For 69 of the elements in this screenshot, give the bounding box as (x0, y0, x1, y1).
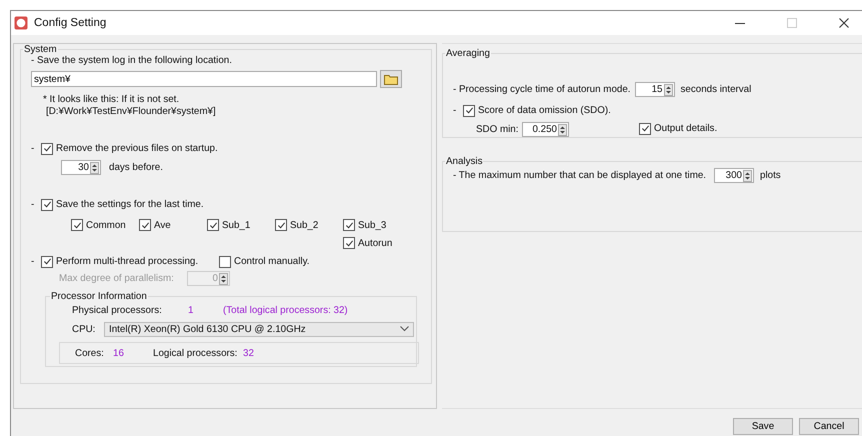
checkbox[interactable] (41, 198, 53, 210)
setting-checkbox[interactable]: Sub_1 (207, 219, 250, 231)
days-label: days before. (109, 162, 163, 173)
close-icon[interactable] (839, 18, 849, 28)
unit-label: seconds interval (680, 84, 752, 95)
total-logical-text: (Total logical processors: 32) (223, 305, 348, 316)
checkbox[interactable] (207, 219, 219, 231)
multi-thread-checkbox[interactable]: Perform multi-thread processing. (41, 256, 198, 268)
logical-processors-value: 32 (243, 348, 254, 358)
app-icon (14, 16, 28, 30)
group-title: Processor Information (50, 291, 148, 302)
dash: - (453, 105, 458, 116)
checkbox[interactable] (639, 122, 651, 135)
remove-files-checkbox[interactable]: Remove the previous files on startup. (41, 142, 218, 154)
days-spinbox[interactable]: 30 (61, 160, 101, 175)
checkbox[interactable] (463, 104, 475, 116)
cores-value: 16 (113, 348, 125, 358)
max-plots-label: - The maximum number that can be displayed at one time. (453, 170, 708, 181)
dialog-button[interactable]: Cancel (799, 418, 859, 435)
physical-processors-label: Physical processors: (72, 305, 163, 316)
dash: - (31, 199, 36, 210)
cpu-label: CPU: (72, 324, 96, 334)
sdo-min-spinbox[interactable]: 0.250 (522, 122, 569, 137)
checkbox[interactable] (71, 219, 83, 231)
spinner-arrows-icon[interactable] (219, 272, 228, 284)
checkbox[interactable] (275, 219, 287, 231)
unit-label: plots (760, 170, 781, 181)
window-title: Config Setting (34, 17, 106, 29)
max-plots-spinbox[interactable]: 300 (714, 168, 754, 183)
note-text: [D:¥Work¥TestEnv¥Flounder¥system¥] (46, 106, 217, 118)
setting-checkbox[interactable]: Common (71, 219, 126, 231)
spinner-arrows-icon[interactable] (743, 170, 752, 182)
setting-checkbox[interactable]: Ave (139, 219, 171, 231)
note-text: * It looks like this: If it is not set. (43, 94, 180, 106)
dialog-button[interactable]: Save (733, 418, 793, 435)
group-title: Analysis (445, 156, 484, 167)
checkbox[interactable] (139, 219, 151, 231)
cycle-time-spinbox[interactable]: 15 (634, 82, 675, 97)
checkbox[interactable] (219, 256, 231, 268)
spinner-arrows-icon[interactable] (90, 162, 99, 174)
chevron-down-icon (400, 326, 409, 332)
sdo-min-label: SDO min: (476, 124, 520, 135)
save-settings-checkbox[interactable]: Save the settings for the last time. (41, 198, 204, 210)
cpu-dropdown[interactable]: Intel(R) Xeon(R) Gold 6130 CPU @ 2.10GHz (104, 322, 414, 336)
manual-control-checkbox[interactable]: Control manually. (219, 256, 310, 268)
dash: - (31, 256, 36, 267)
setting-checkbox[interactable]: Autorun (343, 237, 392, 249)
output-details-checkbox[interactable]: Output details. (639, 122, 718, 135)
spinner-arrows-icon[interactable] (558, 124, 567, 136)
spinner-arrows-icon[interactable] (664, 84, 673, 96)
physical-processors-value: 1 (188, 305, 194, 316)
parallelism-label: Max degree of parallelism: (59, 273, 175, 284)
group-title: System (23, 44, 58, 55)
checkbox[interactable] (41, 142, 53, 154)
setting-checkbox[interactable]: Sub_3 (343, 219, 386, 231)
checkbox[interactable] (343, 237, 355, 249)
logical-processors-label: Logical processors: (153, 348, 238, 358)
browse-button[interactable] (380, 70, 402, 88)
path-field[interactable]: system¥ (31, 71, 377, 87)
section-label: - Save the system log in the following location. (31, 55, 233, 66)
sdo-checkbox[interactable]: Score of data omission (SDO). (463, 104, 611, 116)
cores-label: Cores: (75, 348, 105, 358)
dash: - (31, 143, 36, 154)
checkbox[interactable] (41, 256, 53, 268)
group-title: Averaging (445, 48, 491, 59)
checkbox[interactable] (343, 219, 355, 231)
folder-icon (384, 74, 398, 84)
setting-checkbox[interactable]: Sub_2 (275, 219, 318, 231)
cycle-time-label: - Processing cycle time of autorun mode. (453, 84, 631, 95)
